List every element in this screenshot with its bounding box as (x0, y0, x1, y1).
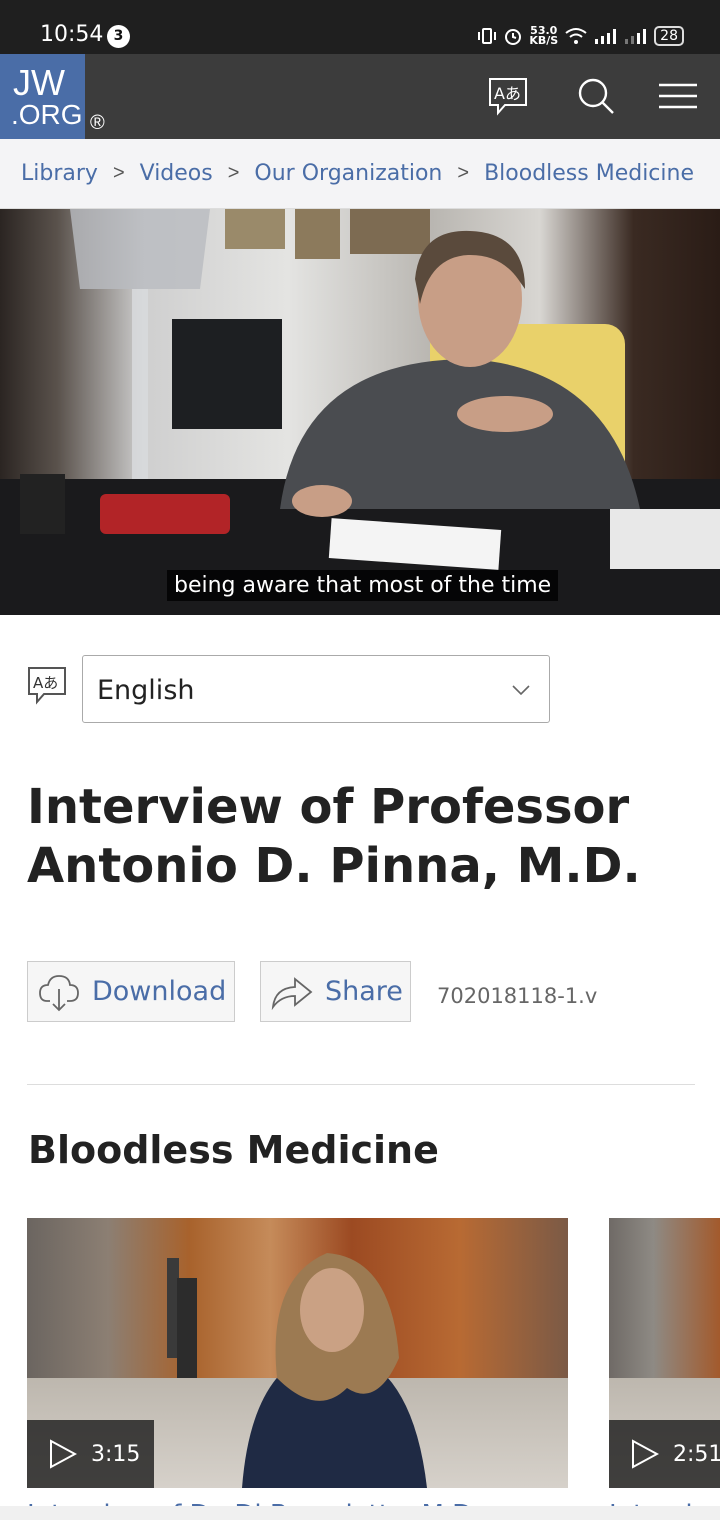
download-icon (39, 974, 79, 1011)
chevron-right-icon: > (112, 162, 125, 184)
video-thumbnail[interactable]: 3:15 (27, 1218, 568, 1488)
download-button[interactable]: Download (27, 961, 235, 1022)
registered-mark: ® (90, 112, 105, 134)
page-title: Interview of Professor Antonio D. Pinna,… (27, 779, 641, 894)
video-duration: 3:15 (91, 1441, 141, 1467)
nav-bar-strip (0, 1506, 720, 1520)
breadcrumb-our-organization[interactable]: Our Organization (254, 161, 442, 186)
site-header: JW .ORG ® Aあ (0, 54, 720, 139)
chevron-right-icon: > (227, 162, 240, 184)
net-speed: 53.0 KB/S (529, 24, 559, 47)
wifi-icon (565, 28, 587, 44)
signal-2-icon (625, 29, 647, 44)
video-duration-overlay: 2:51 (609, 1420, 720, 1488)
chevron-right-icon: > (457, 162, 470, 184)
play-icon (632, 1439, 659, 1469)
svg-text:Aあ: Aあ (33, 674, 58, 692)
breadcrumb-library[interactable]: Library (21, 161, 98, 186)
logo-text-top: JW (13, 62, 65, 103)
video-duration: 2:51 (673, 1441, 720, 1467)
video-player[interactable]: being aware that most of the time (0, 209, 720, 615)
play-icon (50, 1439, 77, 1469)
breadcrumb: Library > Videos > Our Organization > Bl… (0, 139, 720, 209)
svg-text:Aあ: Aあ (494, 84, 521, 103)
language-select[interactable]: English (82, 655, 550, 723)
menu-icon (659, 83, 697, 109)
video-duration-overlay: 3:15 (27, 1420, 155, 1488)
search-icon (578, 78, 614, 114)
vibrate-icon (478, 28, 497, 44)
status-bar: 10:54 3 53.0 KB/S 28 (0, 0, 720, 54)
language-button[interactable]: Aあ (486, 74, 530, 118)
section-divider (27, 1084, 695, 1085)
video-thumbnail[interactable]: 2:51 (609, 1218, 720, 1488)
chevron-down-icon (512, 685, 530, 696)
video-id: 702018118-1.v (437, 984, 598, 1008)
status-indicators: 53.0 KB/S 28 (477, 20, 684, 52)
battery-indicator: 28 (654, 26, 684, 46)
share-button-label: Share (325, 976, 403, 1007)
video-frame-image (0, 209, 720, 615)
jw-org-logo[interactable]: JW .ORG (0, 54, 85, 139)
translate-icon: Aあ (489, 78, 527, 116)
breadcrumb-bloodless-medicine[interactable]: Bloodless Medicine (484, 161, 694, 186)
alarm-icon (505, 29, 522, 45)
download-button-label: Download (92, 976, 227, 1007)
status-time: 10:54 (40, 22, 104, 47)
translate-icon: Aあ (28, 667, 66, 705)
video-caption: being aware that most of the time (167, 570, 559, 601)
language-select-value: English (97, 675, 195, 706)
breadcrumb-videos[interactable]: Videos (140, 161, 213, 186)
notification-count-badge: 3 (107, 25, 130, 48)
section-title: Bloodless Medicine (28, 1128, 439, 1172)
signal-icon (595, 29, 617, 44)
share-icon (271, 976, 313, 1010)
search-button[interactable] (574, 74, 618, 118)
share-button[interactable]: Share (260, 961, 411, 1022)
logo-text-bottom: .ORG (11, 99, 83, 130)
menu-button[interactable] (656, 74, 700, 118)
